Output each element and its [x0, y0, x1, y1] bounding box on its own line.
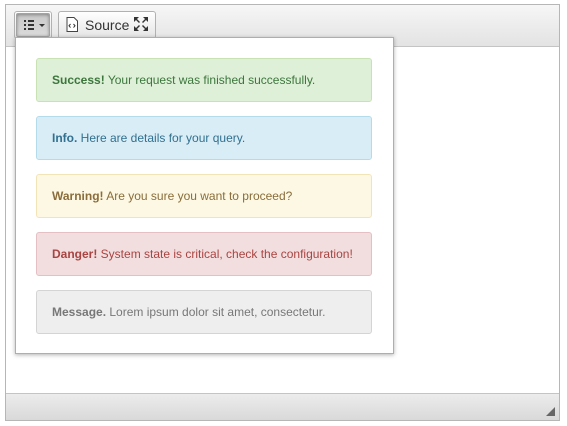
source-code-icon — [66, 17, 78, 32]
alert-title: Info. — [52, 131, 78, 145]
toolbar-group-source: Source — [58, 11, 156, 39]
source-button-label: Source — [85, 17, 130, 33]
alert-item-success[interactable]: Success! Your request was finished succe… — [36, 58, 372, 102]
alert-item-warning[interactable]: Warning! Are you sure you want to procee… — [36, 174, 372, 218]
alerts-dropdown-button[interactable] — [16, 13, 50, 37]
alerts-dropdown-menu: Success! Your request was finished succe… — [15, 37, 394, 354]
alert-item-danger[interactable]: Danger! System state is critical, check … — [36, 232, 372, 276]
status-bar — [6, 393, 559, 420]
alert-title: Message. — [52, 305, 107, 319]
chevron-down-icon — [39, 24, 45, 27]
alert-item-message[interactable]: Message. Lorem ipsum dolor sit amet, con… — [36, 290, 372, 334]
alerts-icon — [24, 20, 34, 30]
alert-text: Here are details for your query. — [77, 131, 246, 145]
alert-text: System state is critical, check the conf… — [97, 247, 353, 261]
alert-text: Are you sure you want to proceed? — [103, 189, 293, 203]
alert-item-info[interactable]: Info. Here are details for your query. — [36, 116, 372, 160]
alert-title: Success! — [52, 73, 105, 87]
maximize-icon[interactable] — [133, 16, 149, 32]
alert-title: Danger! — [52, 247, 98, 261]
alert-title: Warning! — [52, 189, 104, 203]
toolbar-group-alerts — [14, 11, 52, 39]
alert-text: Your request was finished successfully. — [104, 73, 316, 87]
resize-grip-icon[interactable] — [546, 407, 555, 416]
source-button[interactable]: Source — [61, 14, 130, 36]
alert-text: Lorem ipsum dolor sit amet, consectetur. — [106, 305, 326, 319]
